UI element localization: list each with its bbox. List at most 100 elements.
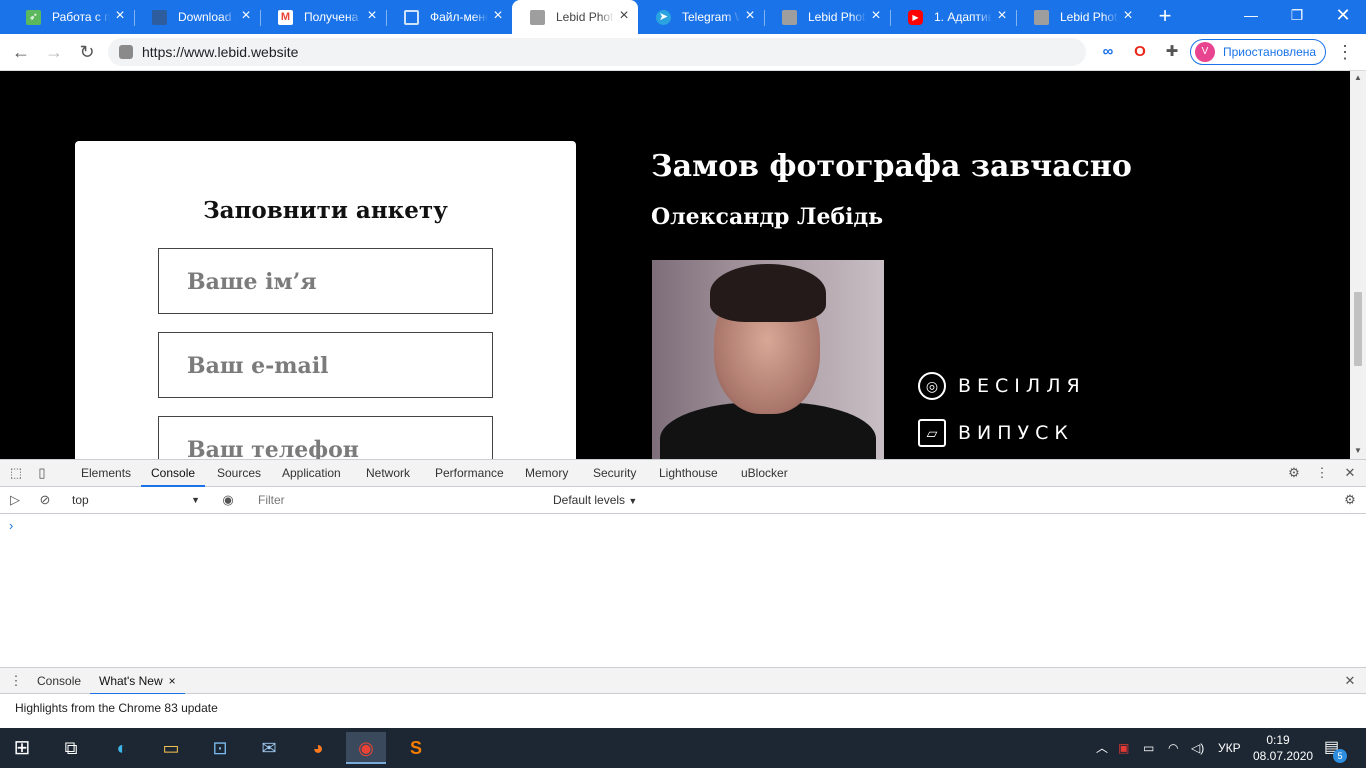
close-icon[interactable]: × — [994, 8, 1010, 24]
show-hidden-icons-icon[interactable]: ︿ — [1096, 728, 1108, 768]
email-field-placeholder: Ваш e-mail — [187, 353, 329, 379]
volume-icon[interactable]: ◁) — [1191, 728, 1204, 768]
browser-tab[interactable]: Файл-мене × — [386, 0, 512, 34]
browser-tab[interactable]: Lebid Photo × — [1016, 0, 1142, 34]
wifi-icon[interactable]: ◠ — [1168, 728, 1178, 768]
browser-tab[interactable]: Lebid Photo × — [764, 0, 890, 34]
file-explorer-icon[interactable]: ▭ — [151, 732, 191, 764]
battery-icon[interactable]: ▭ — [1143, 728, 1154, 768]
window-close-icon[interactable]: ✕ — [1320, 0, 1366, 32]
tab-ublocker[interactable]: uBlocker — [741, 460, 788, 487]
tab-lighthouse[interactable]: Lighthouse — [659, 460, 718, 487]
extensions-puzzle-icon[interactable]: ✚ — [1162, 42, 1182, 62]
close-icon[interactable]: × — [169, 674, 176, 688]
edge-icon[interactable]: ◐ — [102, 732, 142, 764]
mail-icon[interactable]: ✉ — [249, 732, 289, 764]
photographer-portrait — [652, 260, 884, 459]
store-icon[interactable]: ⊡ — [200, 732, 240, 764]
browser-tab[interactable]: ➤ Telegram W × — [638, 0, 764, 34]
minimize-icon[interactable]: — — [1228, 0, 1274, 32]
devtools-tab-bar: ⬚ ▯ Elements Console Sources Application… — [0, 459, 1366, 487]
clock[interactable]: 0:19 08.07.2020 — [1253, 728, 1313, 768]
service-wedding[interactable]: ◎ ВЕСІЛЛЯ — [918, 372, 1086, 400]
close-icon[interactable]: × — [1120, 8, 1136, 24]
inspect-element-icon[interactable]: ⬚ — [8, 465, 24, 481]
browser-tab-active[interactable]: Lebid Photo × — [512, 0, 638, 34]
context-select[interactable]: top ▼ — [66, 491, 204, 510]
scrollbar-thumb[interactable] — [1354, 292, 1362, 366]
profile-button[interactable]: V Приостановлена — [1190, 39, 1326, 65]
antivirus-tray-icon[interactable]: ▣ — [1118, 728, 1129, 768]
drawer-tab-whats-new[interactable]: What's New × — [90, 668, 185, 695]
console-settings-gear-icon[interactable]: ⚙ — [1342, 492, 1358, 508]
tab-performance[interactable]: Performance — [435, 460, 504, 487]
address-bar[interactable]: https://www.lebid.website — [108, 38, 1086, 66]
opera-extension-icon[interactable]: O — [1130, 42, 1150, 62]
clear-console-icon[interactable]: ⊘ — [37, 492, 53, 508]
device-toolbar-icon[interactable]: ▯ — [34, 465, 50, 481]
restore-icon[interactable]: ❐ — [1274, 0, 1320, 32]
drawer-menu-icon[interactable]: ⋮ — [8, 673, 24, 689]
close-icon[interactable]: × — [490, 8, 506, 24]
portrait-hair — [710, 264, 826, 322]
close-icon[interactable]: × — [616, 8, 632, 24]
close-icon[interactable]: × — [364, 8, 380, 24]
tab-network[interactable]: Network — [366, 460, 410, 487]
tab-elements[interactable]: Elements — [81, 460, 131, 487]
email-field[interactable]: Ваш e-mail — [158, 332, 493, 398]
filter-input[interactable]: Filter — [250, 491, 544, 510]
tab-sources[interactable]: Sources — [217, 460, 261, 487]
drawer-tab-bar: ⋮ Console What's New × ✕ — [0, 667, 1366, 695]
tab-title: Lebid Photo — [1060, 10, 1118, 24]
browser-tab-strip: ➶ Работа с пла × Download ja × M Получен… — [0, 0, 1366, 34]
task-view-icon[interactable]: ⧉ — [51, 732, 91, 764]
settings-gear-icon[interactable]: ⚙ — [1286, 465, 1302, 481]
sublime-text-icon[interactable]: S — [396, 732, 436, 764]
show-sidebar-icon[interactable]: ▷ — [7, 492, 23, 508]
drawer-tab-label: What's New — [99, 674, 163, 688]
tab-memory[interactable]: Memory — [525, 460, 568, 487]
browser-tab[interactable]: ▶ 1. Адаптив × — [890, 0, 1016, 34]
tab-application[interactable]: Application — [282, 460, 341, 487]
scroll-down-icon[interactable]: ▼ — [1353, 446, 1363, 456]
firefox-icon[interactable]: ◕ — [298, 732, 338, 764]
browser-tab[interactable]: M Получена с × — [260, 0, 386, 34]
browser-tab[interactable]: ➶ Работа с пла × — [8, 0, 134, 34]
live-expression-eye-icon[interactable]: ◉ — [220, 492, 236, 508]
profile-status: Приостановлена — [1223, 45, 1317, 59]
new-tab-button[interactable]: + — [1153, 5, 1177, 29]
tab-console[interactable]: Console — [141, 460, 206, 487]
site-info-icon[interactable] — [119, 45, 133, 59]
reload-icon[interactable]: ↻ — [75, 40, 99, 64]
page-scrollbar[interactable]: ▲ ▼ — [1350, 71, 1366, 459]
console-output[interactable]: › — [0, 514, 1366, 667]
console-prompt[interactable]: › — [9, 518, 13, 533]
drawer-tab-console[interactable]: Console — [37, 668, 81, 695]
browser-toolbar: ← → ↻ https://www.lebid.website ∞ O ✚ V … — [0, 34, 1366, 71]
phone-field[interactable]: Ваш телефон — [158, 416, 493, 459]
devtools-menu-icon[interactable]: ⋮ — [1314, 465, 1330, 481]
log-levels-dropdown[interactable]: Default levels ▼ — [553, 491, 637, 511]
windows-start-icon[interactable]: ⊞ — [2, 732, 42, 764]
menu-dots-icon[interactable]: ⋮ — [1335, 42, 1355, 62]
extension-infinity-icon[interactable]: ∞ — [1098, 42, 1118, 62]
input-language[interactable]: УКР — [1218, 728, 1241, 768]
chrome-icon[interactable]: ◉ — [346, 732, 386, 764]
rocket-icon: ➶ — [26, 10, 41, 25]
form-title: Заповнити анкету — [203, 197, 448, 224]
scroll-up-icon[interactable]: ▲ — [1353, 73, 1363, 83]
close-icon[interactable]: × — [742, 8, 758, 24]
close-icon[interactable]: × — [868, 8, 884, 24]
tab-title: Lebid Photo — [556, 10, 614, 24]
avatar: V — [1195, 42, 1215, 62]
close-icon[interactable]: × — [238, 8, 254, 24]
browser-tab[interactable]: Download ja × — [134, 0, 260, 34]
forward-icon[interactable]: → — [42, 40, 66, 64]
drawer-close-icon[interactable]: ✕ — [1342, 673, 1358, 689]
service-graduation[interactable]: ▱ ВИПУСК — [918, 419, 1074, 447]
name-field[interactable]: Ваше ім’я — [158, 248, 493, 314]
back-icon[interactable]: ← — [9, 40, 33, 64]
tab-security[interactable]: Security — [593, 460, 636, 487]
devtools-close-icon[interactable]: ✕ — [1342, 465, 1358, 481]
close-icon[interactable]: × — [112, 8, 128, 24]
